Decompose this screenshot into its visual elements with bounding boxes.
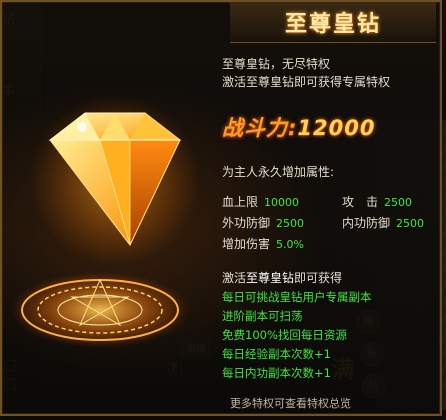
attribute-name: 血上限 <box>222 195 259 209</box>
attribute-value: 5.0% <box>276 238 304 251</box>
attribute-outer-defense: 外功防御 2500 <box>222 214 304 231</box>
attribute-inner-defense: 内功防御 2500 <box>342 214 424 231</box>
attributes-title: 为主人永久增加属性: <box>222 165 335 179</box>
magic-circle-icon <box>10 272 190 348</box>
attribute-damage-bonus: 增加伤害 5.0% <box>222 235 304 252</box>
attribute-name: 外功防御 <box>222 216 271 230</box>
combat-power-label: 战斗力: <box>222 116 298 140</box>
attribute-value: 10000 <box>264 196 300 209</box>
unlock-highlight: 至尊皇钻 <box>246 271 295 285</box>
attribute-value: 2500 <box>396 217 425 230</box>
privileges-overview-link[interactable]: 更多特权可查看特权总览 <box>230 395 351 411</box>
combat-power-value: 12000 <box>297 116 376 140</box>
perk-item: 每日内功副本次数+1 <box>222 366 331 380</box>
popup-title: 至尊皇钻 <box>284 12 381 37</box>
unlock-suffix: 即可获得 <box>294 271 343 285</box>
perk-item: 每日经验副本次数+1 <box>222 347 331 361</box>
attribute-hp: 血上限 10000 <box>222 193 299 210</box>
attribute-attack: 攻 击 2500 <box>342 193 412 210</box>
description-line-2: 激活至尊皇钻即可获得专属特权 <box>222 75 391 89</box>
attribute-value: 2500 <box>384 196 413 209</box>
unlock-title: 激活至尊皇钻即可获得 <box>222 269 342 286</box>
attribute-name: 内功防御 <box>342 216 391 230</box>
perk-item: 进阶副本可扫荡 <box>222 309 303 323</box>
diamond-icon <box>30 95 200 265</box>
combat-power: 战斗力:12000 <box>222 112 412 142</box>
perk-item: 每日可挑战皇钻用户专属副本 <box>222 290 372 304</box>
attribute-value: 2500 <box>276 217 305 230</box>
attribute-name: 增加伤害 <box>222 237 271 251</box>
unlock-prefix: 激活 <box>222 271 247 285</box>
description-line-1: 至尊皇钻，无尽特权 <box>222 57 331 71</box>
attribute-name: 攻 击 <box>342 195 379 209</box>
perk-item: 免费100%找回每日资源 <box>222 328 347 342</box>
